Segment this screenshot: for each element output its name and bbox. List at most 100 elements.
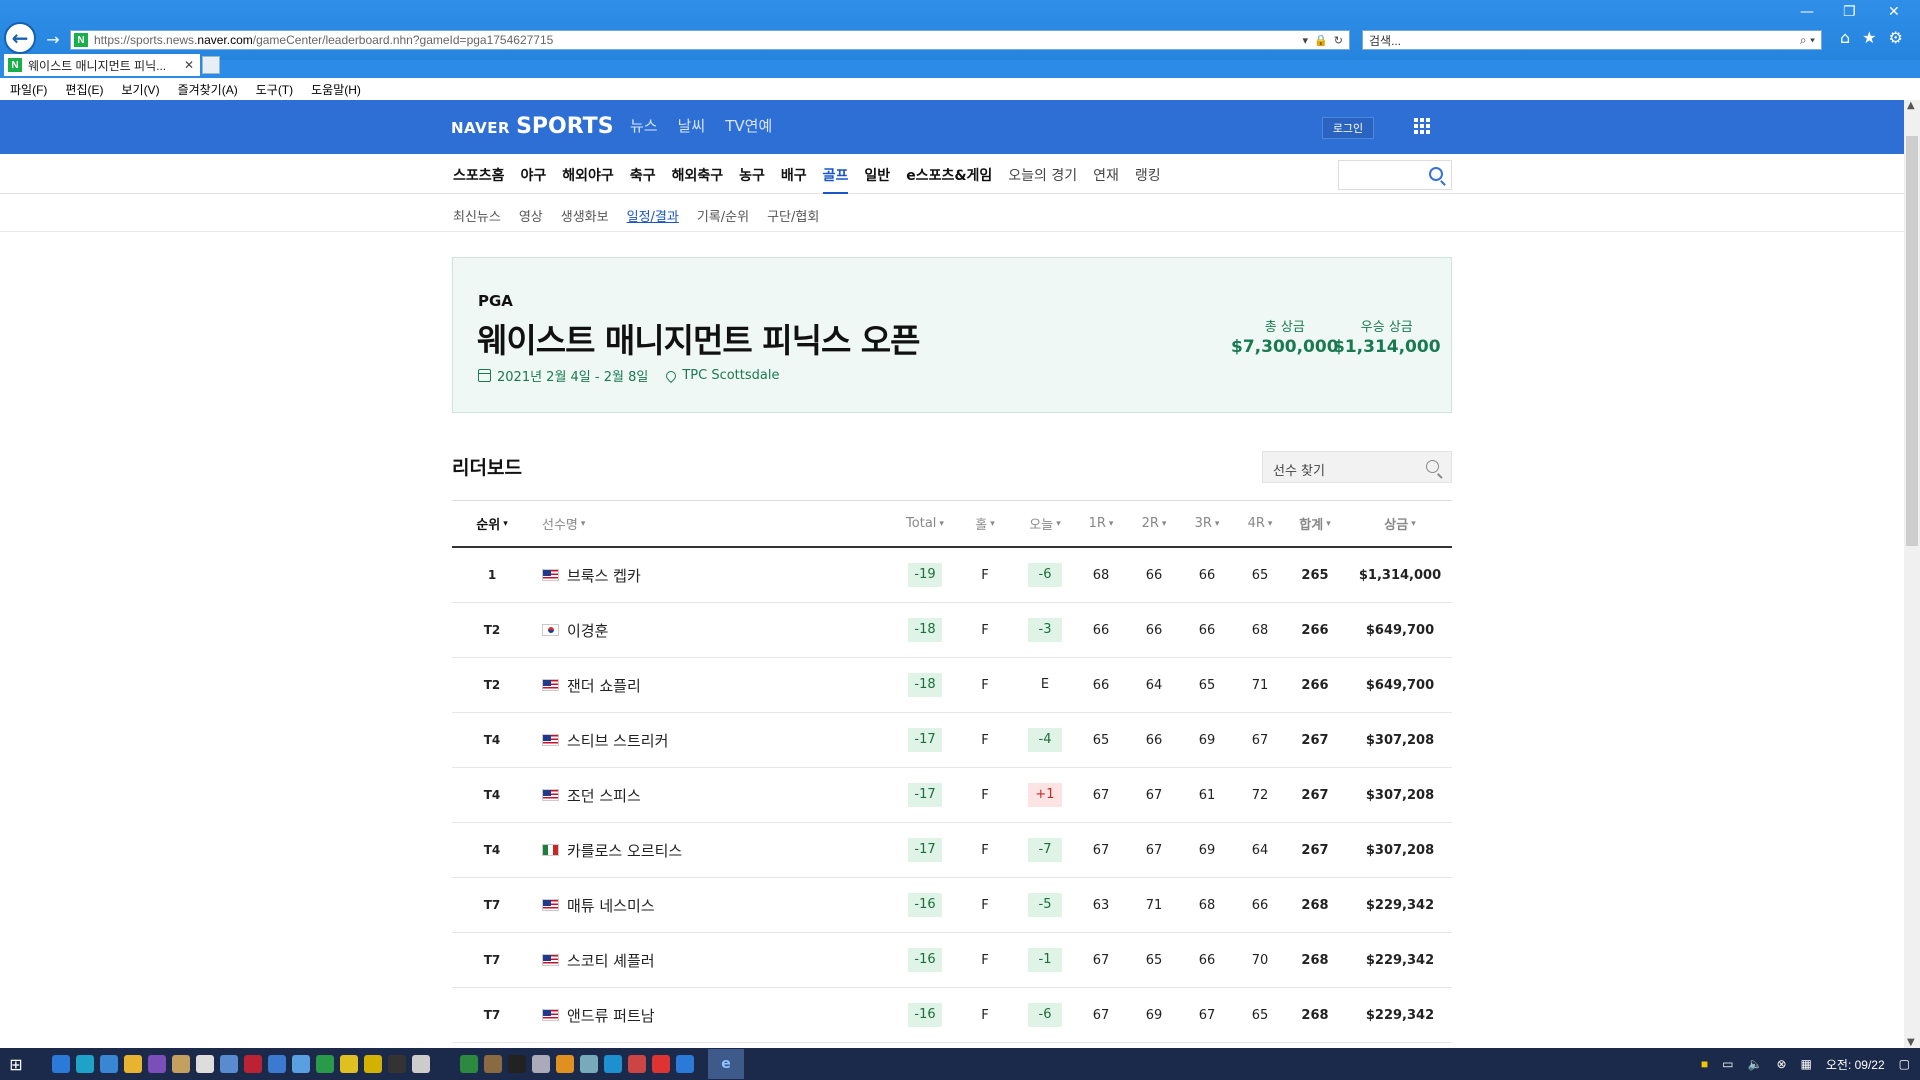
edge-app-icon[interactable] [76, 1055, 94, 1073]
new-tab-button[interactable] [202, 56, 220, 74]
table-row[interactable]: T7 앤드류 퍼트남 -16 F -6 67 69 67 65 268 $229,342 [452, 988, 1452, 1043]
network-icon[interactable]: ▭ [1722, 1057, 1733, 1071]
site-search-input[interactable] [1338, 160, 1452, 190]
table-row[interactable]: T4 카를로스 오르티스 -17 F -7 67 67 69 64 267 $307,208 [452, 823, 1452, 878]
col-today[interactable]: 오늘 [1020, 501, 1070, 546]
sub-item-records[interactable]: 기록/순위 [697, 206, 749, 225]
app-icon[interactable] [460, 1055, 478, 1073]
sub-item-schedule-results[interactable]: 일정/결과 [627, 206, 679, 225]
player-name[interactable]: 브룩스 켑카 [567, 565, 641, 586]
player-search-input[interactable]: 선수 찾기 [1262, 451, 1452, 483]
edge-app-icon[interactable] [604, 1055, 622, 1073]
search-icon[interactable]: ⌕ ▾ [1800, 33, 1821, 48]
app-icon[interactable] [556, 1055, 574, 1073]
address-bar[interactable]: N https://sports.news. naver.com/gameCent… [70, 30, 1350, 50]
topnav-news[interactable]: 뉴스 [630, 115, 658, 136]
col-r2[interactable]: 2R [1129, 501, 1179, 546]
player-name[interactable]: 조던 스피스 [567, 785, 641, 806]
gnb-item-overseas-soccer[interactable]: 해외축구 [672, 165, 724, 185]
gnb-item-ranking[interactable]: 랭킹 [1135, 165, 1161, 185]
refresh-icon[interactable]: ↻ [1334, 34, 1343, 47]
app-icon[interactable] [292, 1055, 310, 1073]
table-row[interactable]: T2 이경훈 -18 F -3 66 66 66 68 266 $649,700 [452, 603, 1452, 658]
player-cell[interactable]: 스코티 셰플러 [542, 933, 842, 987]
action-center-icon[interactable]: ▢ [1899, 1057, 1910, 1071]
col-r4[interactable]: 4R [1235, 501, 1285, 546]
notification-chat-icon[interactable]: ■ [1701, 1057, 1708, 1071]
col-prize[interactable]: 상금 [1348, 501, 1452, 546]
app-icon[interactable] [412, 1055, 430, 1073]
gnb-item-today-games[interactable]: 오늘의 경기 [1008, 165, 1077, 185]
player-cell[interactable]: 매튜 네스미스 [542, 878, 842, 932]
ime-icon[interactable]: ▦ [1801, 1057, 1812, 1071]
topnav-weather[interactable]: 날씨 [678, 115, 706, 136]
settings-gear-icon[interactable]: ⚙ [1889, 28, 1903, 47]
chrome-app-icon[interactable] [124, 1055, 142, 1073]
table-row[interactable]: T7 매튜 네스미스 -16 F -5 63 71 68 66 268 $229,342 [452, 878, 1452, 933]
gnb-item-golf[interactable]: 골프 [822, 165, 848, 195]
back-button[interactable]: ← [4, 22, 36, 54]
scroll-up-icon[interactable]: ▲ [1907, 100, 1915, 111]
app-icon[interactable] [484, 1055, 502, 1073]
col-sum[interactable]: 합계 [1290, 501, 1340, 546]
status-icon[interactable]: ⊗ [1776, 1057, 1786, 1071]
app-icon[interactable] [532, 1055, 550, 1073]
apps-grid-icon[interactable] [1414, 118, 1430, 134]
ie-app-icon[interactable] [52, 1055, 70, 1073]
gnb-item-overseas-baseball[interactable]: 해외야구 [562, 165, 614, 185]
topnav-tv[interactable]: TV연예 [725, 115, 772, 136]
gnb-item-home[interactable]: 스포츠홈 [453, 165, 505, 185]
sub-item-photos[interactable]: 생생화보 [561, 206, 609, 225]
search-icon[interactable] [1426, 460, 1439, 473]
player-cell[interactable]: 이경훈 [542, 603, 842, 657]
app-icon[interactable] [388, 1055, 406, 1073]
gnb-item-soccer[interactable]: 축구 [630, 165, 656, 185]
table-row[interactable]: T2 잰더 쇼플리 -18 F E 66 64 65 71 266 $649,700 [452, 658, 1452, 713]
app-icon[interactable] [580, 1055, 598, 1073]
app-icon[interactable] [652, 1055, 670, 1073]
player-name[interactable]: 잰더 쇼플리 [567, 675, 641, 696]
gnb-item-baseball[interactable]: 야구 [521, 165, 547, 185]
browser-tab[interactable]: N 웨이스트 매니지먼트 피닉... ✕ [4, 54, 200, 76]
app-icon[interactable] [220, 1055, 238, 1073]
col-r1[interactable]: 1R [1076, 501, 1126, 546]
table-row[interactable]: T4 스티브 스트리커 -17 F -4 65 66 69 67 267 $307,208 [452, 713, 1452, 768]
player-cell[interactable]: 잰더 쇼플리 [542, 658, 842, 712]
player-name[interactable]: 매튜 네스미스 [567, 895, 655, 916]
app-icon[interactable] [508, 1055, 526, 1073]
col-hole[interactable]: 홀 [964, 501, 1006, 546]
col-r3[interactable]: 3R [1182, 501, 1232, 546]
table-row[interactable]: T4 조던 스피스 -17 F +1 67 67 61 72 267 $307,208 [452, 768, 1452, 823]
player-name[interactable]: 카를로스 오르티스 [567, 840, 682, 861]
app-icon[interactable] [244, 1055, 262, 1073]
menu-help[interactable]: 도움말(H) [311, 81, 361, 98]
player-cell[interactable]: 앤드류 퍼트남 [542, 988, 842, 1042]
vertical-scrollbar[interactable]: ▲ ▼ [1904, 100, 1920, 1048]
col-rank[interactable]: 순위 [452, 501, 532, 546]
gnb-item-esports[interactable]: e스포츠&게임 [906, 165, 992, 185]
minimize-icon[interactable]: — [1800, 4, 1814, 20]
naver-sports-logo[interactable]: NAVER SPORTS [451, 114, 614, 139]
player-cell[interactable]: 브룩스 켑카 [542, 548, 842, 602]
menu-file[interactable]: 파일(F) [10, 81, 47, 98]
app-icon[interactable] [364, 1055, 382, 1073]
col-player[interactable]: 선수명 [542, 501, 842, 546]
search-icon[interactable] [1429, 167, 1443, 181]
close-window-icon[interactable]: ✕ [1888, 4, 1900, 20]
player-cell[interactable]: 스티브 스트리커 [542, 713, 842, 767]
app-icon[interactable] [148, 1055, 166, 1073]
player-name[interactable]: 앤드류 퍼트남 [567, 1005, 655, 1026]
player-cell[interactable]: 조던 스피스 [542, 768, 842, 822]
gnb-item-volleyball[interactable]: 배구 [781, 165, 807, 185]
clock[interactable]: 오전: 09/22 [1826, 1056, 1885, 1073]
gnb-item-series[interactable]: 연재 [1093, 165, 1119, 185]
menu-favorites[interactable]: 즐겨찾기(A) [178, 81, 238, 98]
favorites-star-icon[interactable]: ★ [1862, 28, 1876, 47]
gnb-item-basketball[interactable]: 농구 [739, 165, 765, 185]
home-icon[interactable]: ⌂ [1840, 28, 1850, 47]
app-icon[interactable] [100, 1055, 118, 1073]
scroll-down-icon[interactable]: ▼ [1907, 1037, 1915, 1048]
table-row[interactable]: T7 스코티 셰플러 -16 F -1 67 65 66 70 268 $229,342 [452, 933, 1452, 988]
sub-item-associations[interactable]: 구단/협회 [767, 206, 819, 225]
app-icon[interactable] [316, 1055, 334, 1073]
